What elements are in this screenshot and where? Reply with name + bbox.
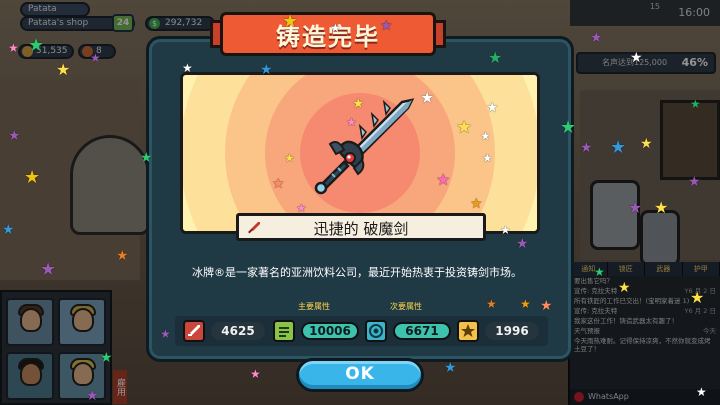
confetti-star-icon: ★ [444,360,457,376]
stat-value: 1996 [485,322,539,340]
confetti-star-icon: ★ [296,201,307,215]
confetti-star-icon: ★ [24,167,41,188]
primary-stat-label: 主要属性 [298,302,330,311]
confetti-star-icon: ★ [640,136,653,152]
confetti-star-icon: ★ [182,61,193,75]
luck-icon [457,320,479,342]
confetti-star-icon: ★ [696,385,707,399]
confetti-star-icon: ★ [516,236,529,252]
confetti-star-icon: ★ [486,297,497,311]
secondary-stat-label: 次要属性 [390,302,422,311]
confetti-star-icon: ★ [272,176,285,192]
attack-icon [183,320,205,342]
confetti-star-icon: ★ [352,96,365,112]
confetti-star-icon: ★ [40,259,57,280]
confetti-star-icon: ★ [436,170,451,189]
confetti-star-icon: ★ [540,298,553,314]
item-name-plate: 迅捷的 破魔剑 [236,213,486,241]
confetti-star-icon: ★ [282,11,299,32]
confetti-star-icon: ★ [594,265,605,279]
confetti-star-icon: ★ [486,100,499,116]
confetti-star-icon: ★ [8,128,21,144]
confetti-star-icon: ★ [90,51,101,65]
confetti-star-icon: ★ [140,150,153,166]
confetti-star-icon: ★ [480,129,491,143]
stats-row: 4625 10006 6671 1996 [175,316,548,346]
confetti-star-icon: ★ [8,41,19,55]
confetti-star-icon: ★ [482,151,493,165]
confetti-star-icon: ★ [690,288,705,307]
confetti-star-icon: ★ [28,35,45,56]
confetti-star-icon: ★ [160,327,171,341]
confetti-star-icon: ★ [420,88,435,107]
confetti-star-icon: ★ [346,115,357,129]
confetti-star-icon: ★ [2,222,15,238]
confetti-star-icon: ★ [618,280,631,296]
confetti-star-icon: ★ [688,174,701,190]
confetti-star-icon: ★ [284,151,295,165]
confetti-star-icon: ★ [520,297,531,311]
dialog-title: 铸造完毕 [276,23,380,51]
item-name: 迅捷的 破魔剑 [313,220,409,238]
confetti-star-icon: ★ [86,388,99,404]
speed-icon [273,320,295,342]
accuracy-icon [365,320,387,342]
confetti-star-icon: ★ [56,60,71,79]
confetti-star-icon: ★ [330,21,341,35]
confetti-star-icon: ★ [654,198,669,217]
confetti-star-icon: ★ [560,117,577,138]
confetti-star-icon: ★ [500,223,511,237]
stat-value-primary: 10006 [301,322,359,340]
confetti-star-icon: ★ [580,140,593,156]
confetti-star-icon: ★ [690,97,701,111]
confetti-star-icon: ★ [250,367,261,381]
confetti-star-icon: ★ [260,62,273,78]
confetti-star-icon: ★ [628,198,643,217]
confetti-star-icon: ★ [380,18,393,34]
item-description: 冰牌®是一家著名的亚洲饮料公司，最近开始热衷于投资铸剑市场。 [192,266,522,279]
confetti-star-icon: ★ [116,248,129,264]
confetti-star-icon: ★ [590,30,603,46]
confetti-star-icon: ★ [470,196,483,212]
confetti-star-icon: ★ [610,137,627,158]
confetti-star-icon: ★ [100,350,113,366]
dialog-banner: 铸造完毕 [210,12,446,60]
stat-value-secondary: 6671 [393,322,451,340]
ok-button[interactable]: OK [296,358,424,392]
confetti-star-icon: ★ [456,117,473,138]
stat-value: 4625 [211,322,265,340]
confetti-star-icon: ★ [488,48,503,67]
confetti-star-icon: ★ [630,50,643,66]
